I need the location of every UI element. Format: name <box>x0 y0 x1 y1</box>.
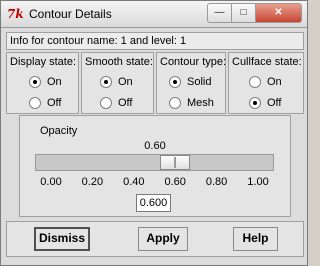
opacity-tick-label: 0.20 <box>81 176 104 188</box>
help-button[interactable]: Help <box>233 227 278 251</box>
radio-button[interactable] <box>169 76 181 88</box>
opacity-value-field[interactable]: 0.600 <box>136 194 171 212</box>
maximize-icon: □ <box>240 7 247 18</box>
opacity-tick-label: 0.00 <box>40 176 62 188</box>
dismiss-button[interactable]: Dismiss <box>34 227 90 251</box>
contour-details-window: 7k Contour Details — □ ✕ Info for contou… <box>0 0 308 266</box>
close-button[interactable]: ✕ <box>255 3 302 23</box>
radio-label: Off <box>118 97 133 109</box>
apply-button[interactable]: Apply <box>138 227 188 251</box>
opacity-slider-trough[interactable] <box>35 154 274 171</box>
radio-label: Solid <box>187 76 212 88</box>
display-state-off-option[interactable]: Off <box>7 96 80 110</box>
opacity-slider-value: 0.60 <box>144 140 166 152</box>
opacity-label: Opacity <box>40 125 78 137</box>
minimize-icon: — <box>214 7 225 18</box>
radio-button[interactable] <box>29 76 41 88</box>
close-icon: ✕ <box>274 7 283 18</box>
window-title: Contour Details <box>29 7 112 21</box>
radio-label: On <box>118 76 133 88</box>
radio-label: Off <box>47 97 62 109</box>
radio-label: Off <box>267 97 282 109</box>
group-title: Smooth state: <box>85 56 153 68</box>
display-state-group: Display state: On Off <box>6 52 79 114</box>
opacity-slider-handle[interactable] <box>160 155 191 170</box>
radio-button[interactable] <box>100 97 112 109</box>
opacity-tick-label: 1.00 <box>247 176 269 188</box>
contour-type-group: Contour type: Solid Mesh <box>156 52 226 114</box>
group-title: Contour type: <box>160 56 227 68</box>
app-icon: 7k <box>7 7 24 21</box>
radio-button[interactable] <box>249 76 261 88</box>
smooth-state-group: Smooth state: On Off <box>81 52 154 114</box>
contour-info-label: Info for contour name: 1 and level: 1 <box>6 32 304 50</box>
radio-button[interactable] <box>100 76 112 88</box>
maximize-button[interactable]: □ <box>231 3 256 23</box>
smooth-state-on-option[interactable]: On <box>82 75 155 89</box>
radio-label: Mesh <box>187 97 214 109</box>
smooth-state-off-option[interactable]: Off <box>82 96 155 110</box>
opacity-tick-label: 0.60 <box>164 176 186 188</box>
group-title: Cullface state: <box>232 56 302 68</box>
opacity-tick-label: 0.40 <box>123 176 145 188</box>
radio-label: On <box>47 76 62 88</box>
contour-type-mesh-option[interactable]: Mesh <box>157 96 227 110</box>
opacity-tick-label: 0.80 <box>205 176 228 188</box>
minimize-button[interactable]: — <box>207 3 232 23</box>
radio-button[interactable] <box>249 97 261 109</box>
group-title: Display state: <box>10 56 77 68</box>
opacity-scale-ticks: 0.00 0.20 0.40 0.60 0.80 1.00 <box>20 176 290 190</box>
cullface-state-group: Cullface state: On Off <box>228 52 304 114</box>
title-bar[interactable]: 7k Contour Details — □ ✕ <box>1 1 307 28</box>
cullface-state-off-option[interactable]: Off <box>229 96 305 110</box>
display-state-on-option[interactable]: On <box>7 75 80 89</box>
radio-button[interactable] <box>29 97 41 109</box>
radio-button[interactable] <box>169 97 181 109</box>
cullface-state-on-option[interactable]: On <box>229 75 305 89</box>
contour-type-solid-option[interactable]: Solid <box>157 75 227 89</box>
opacity-panel: Opacity 0.60 0.00 0.20 0.40 0.60 0.80 1.00 0.… <box>19 115 291 217</box>
radio-label: On <box>267 76 282 88</box>
